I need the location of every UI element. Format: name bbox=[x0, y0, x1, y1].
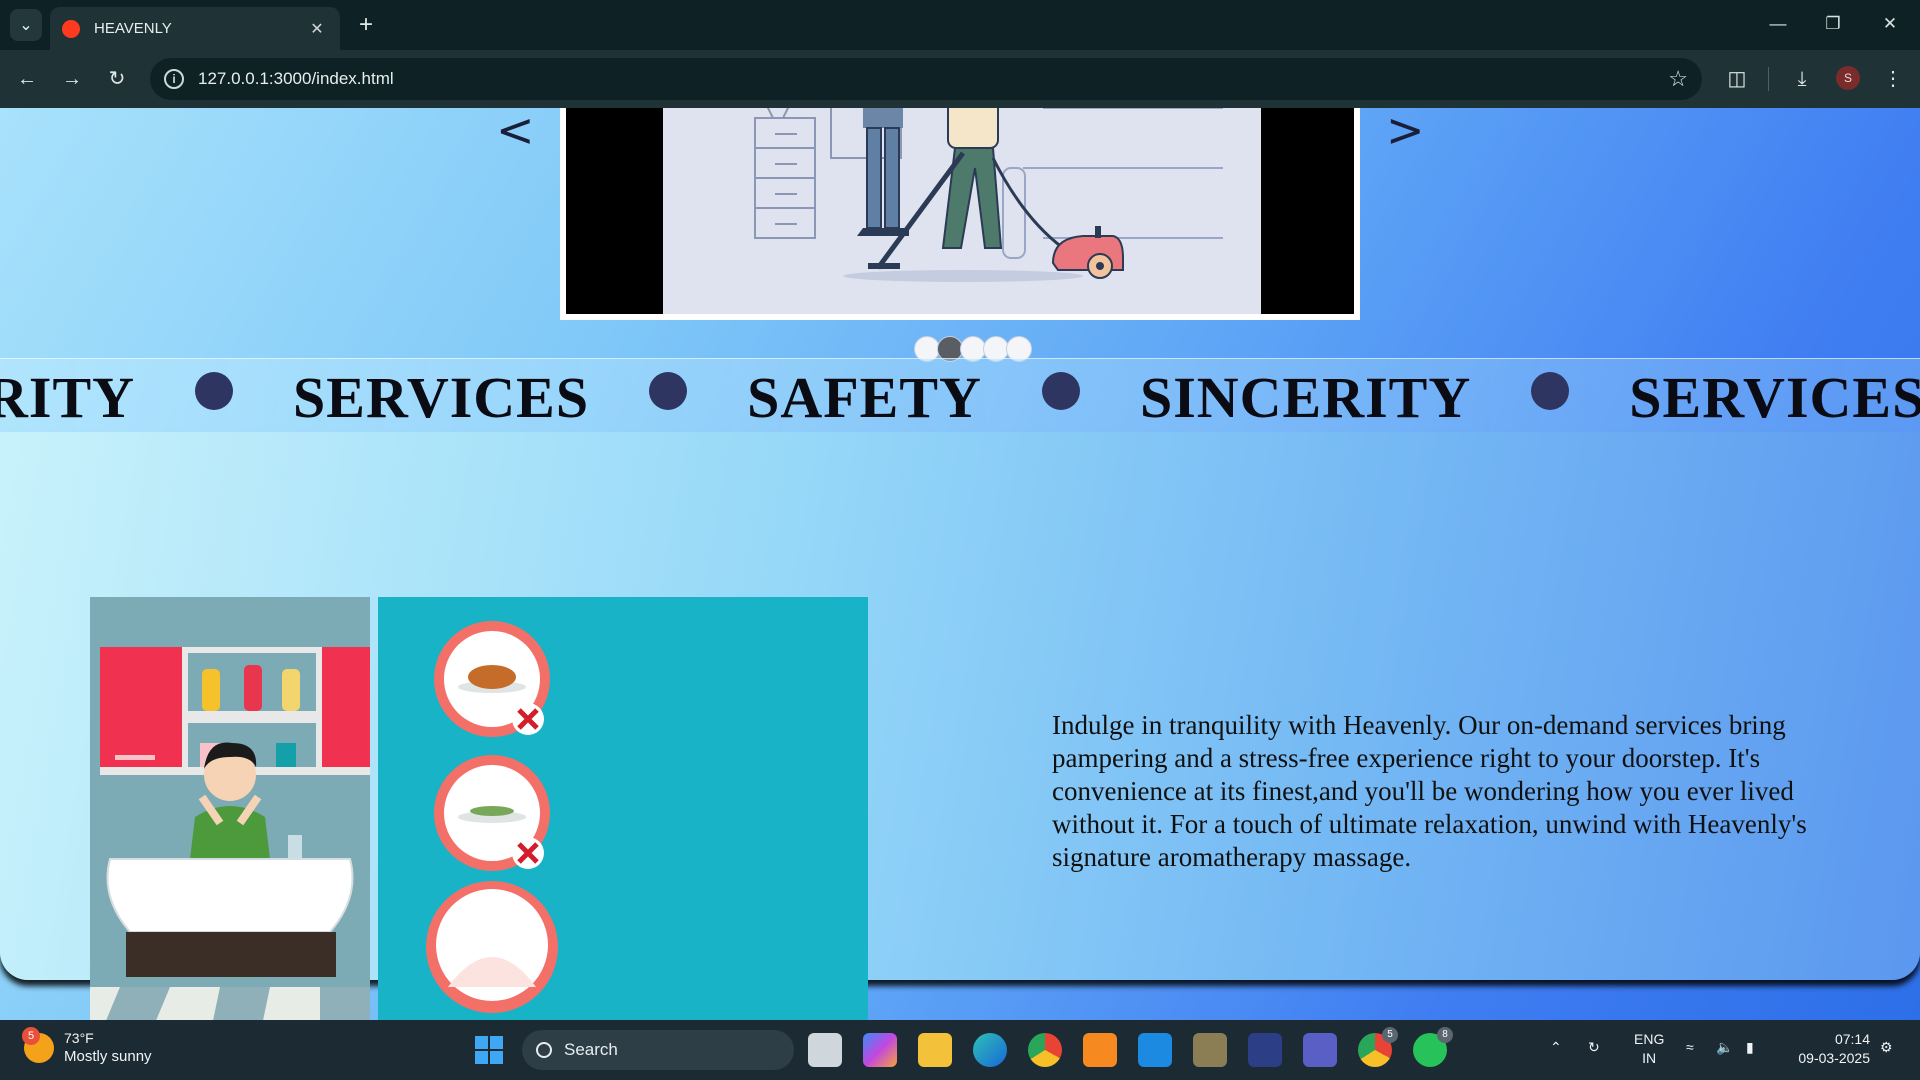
sun-icon: 5 bbox=[22, 1027, 54, 1063]
file-explorer-icon[interactable] bbox=[918, 1033, 952, 1067]
sublime-text-icon[interactable] bbox=[1083, 1033, 1117, 1067]
battery-icon[interactable]: ▮ bbox=[1746, 1038, 1754, 1057]
dev-icon[interactable] bbox=[1248, 1033, 1282, 1067]
edge-icon[interactable] bbox=[973, 1033, 1007, 1067]
values-marquee: RITY SERVICES SAFETY SINCERITY SERVICES … bbox=[0, 358, 1920, 434]
tab-strip: ⌄ HEAVENLY ✕ + — ❐ ✕ bbox=[0, 0, 1920, 50]
download-icon: ⤓ bbox=[1797, 68, 1807, 90]
vacuum-cleaning-illustration bbox=[663, 108, 1261, 314]
search-label: Search bbox=[564, 1040, 618, 1059]
chrome-badge: 5 bbox=[1382, 1027, 1398, 1043]
task-view-icon[interactable] bbox=[808, 1033, 842, 1067]
app-icon[interactable] bbox=[1193, 1033, 1227, 1067]
extensions-button[interactable]: ◫ bbox=[1722, 64, 1752, 94]
food-plates-panel bbox=[378, 597, 868, 1020]
chrome-active-icon[interactable]: 5 bbox=[1358, 1027, 1398, 1067]
meal-illustration bbox=[90, 597, 868, 1020]
feature-card: Indulge in tranquility with Heavenly. Ou… bbox=[0, 432, 1920, 1020]
marquee-word: SERVICES bbox=[293, 364, 590, 430]
chrome-icon[interactable] bbox=[1028, 1033, 1062, 1067]
carousel-slide bbox=[560, 108, 1360, 320]
wifi-icon[interactable]: ≈ bbox=[1686, 1038, 1694, 1057]
tab-title: HEAVENLY bbox=[94, 20, 172, 37]
copilot-icon[interactable] bbox=[863, 1033, 897, 1067]
sync-icon[interactable]: ↻ bbox=[1588, 1038, 1600, 1057]
close-icon[interactable]: ✕ bbox=[306, 18, 328, 40]
speaker-muted-icon[interactable]: 🔈 bbox=[1716, 1038, 1733, 1057]
marquee-word: RITY bbox=[0, 364, 136, 430]
chevron-up-icon[interactable]: ⌃ bbox=[1550, 1038, 1562, 1057]
search-icon bbox=[536, 1042, 552, 1058]
restore-button[interactable]: ❐ bbox=[1813, 10, 1853, 38]
address-bar[interactable]: i 127.0.0.1:3000/index.html ☆ bbox=[150, 58, 1702, 100]
carousel-next-button[interactable]: > bbox=[1386, 108, 1425, 160]
profile-avatar[interactable]: S bbox=[1836, 66, 1860, 90]
chevron-down-icon: ⌄ bbox=[19, 17, 33, 34]
clock-time: 07:14 bbox=[1834, 1031, 1870, 1047]
carousel-prev-button[interactable]: < bbox=[496, 108, 535, 160]
minimize-button[interactable]: — bbox=[1758, 10, 1798, 38]
marquee-bullet bbox=[1531, 372, 1570, 410]
url-text: 127.0.0.1:3000/index.html bbox=[198, 69, 394, 88]
dining-man-illustration bbox=[90, 597, 370, 1020]
bookmark-star-icon[interactable]: ☆ bbox=[1668, 66, 1688, 92]
language-top: ENG bbox=[1634, 1031, 1665, 1047]
marquee-word: SAFETY bbox=[747, 364, 982, 430]
whatsapp-icon[interactable]: 8 bbox=[1413, 1027, 1453, 1067]
marquee-word: SINCERITY bbox=[1139, 364, 1472, 430]
menu-button[interactable]: ⋮ bbox=[1878, 64, 1908, 94]
taskbar-search[interactable]: Search bbox=[522, 1030, 794, 1070]
browser-toolbar: ← → ↻ i 127.0.0.1:3000/index.html ☆ ◫ ⤓ … bbox=[0, 50, 1920, 108]
reload-button[interactable]: ↻ bbox=[102, 64, 132, 94]
clock-date: 09-03-2025 bbox=[1798, 1050, 1870, 1066]
close-window-button[interactable]: ✕ bbox=[1870, 10, 1910, 38]
start-button[interactable] bbox=[472, 1033, 506, 1067]
windows-taskbar: 5 73°F Mostly sunny Search 5 8 ⌃ ↻ ENG I… bbox=[0, 1020, 1920, 1080]
site-info-icon[interactable]: i bbox=[164, 69, 184, 89]
tab-search-button[interactable]: ⌄ bbox=[10, 9, 42, 41]
weather-widget[interactable]: 5 73°F Mostly sunny bbox=[22, 1027, 152, 1066]
back-button[interactable]: ← bbox=[12, 64, 42, 94]
puzzle-icon: ◫ bbox=[1727, 68, 1747, 90]
weather-badge: 5 bbox=[22, 1027, 40, 1045]
page-viewport: < > RITY SERVICES SAFETY SINCERITY SERVI… bbox=[0, 108, 1920, 1020]
weather-temperature: 73°F bbox=[64, 1030, 94, 1046]
favicon-icon bbox=[62, 19, 80, 38]
whatsapp-badge: 8 bbox=[1437, 1027, 1453, 1043]
new-tab-button[interactable]: + bbox=[352, 12, 380, 40]
marquee-bullet bbox=[649, 372, 688, 410]
teams-icon[interactable] bbox=[1303, 1033, 1337, 1067]
language-indicator[interactable]: ENG IN bbox=[1634, 1030, 1664, 1068]
clock[interactable]: 07:14 09-03-2025 bbox=[1780, 1030, 1870, 1068]
marquee-bullet bbox=[195, 372, 234, 410]
notification-icon[interactable]: ⚙ bbox=[1880, 1038, 1893, 1057]
vscode-icon[interactable] bbox=[1138, 1033, 1172, 1067]
toolbar-divider bbox=[1768, 67, 1769, 91]
marquee-word: SERVICES bbox=[1629, 364, 1920, 430]
feature-description: Indulge in tranquility with Heavenly. Ou… bbox=[1052, 710, 1807, 872]
downloads-button[interactable]: ⤓ bbox=[1787, 64, 1817, 94]
marquee-bullet bbox=[1041, 372, 1080, 410]
browser-tab[interactable]: HEAVENLY ✕ bbox=[50, 7, 340, 50]
weather-condition: Mostly sunny bbox=[64, 1048, 152, 1065]
language-bottom: IN bbox=[1642, 1050, 1657, 1066]
forward-button[interactable]: → bbox=[57, 64, 87, 94]
